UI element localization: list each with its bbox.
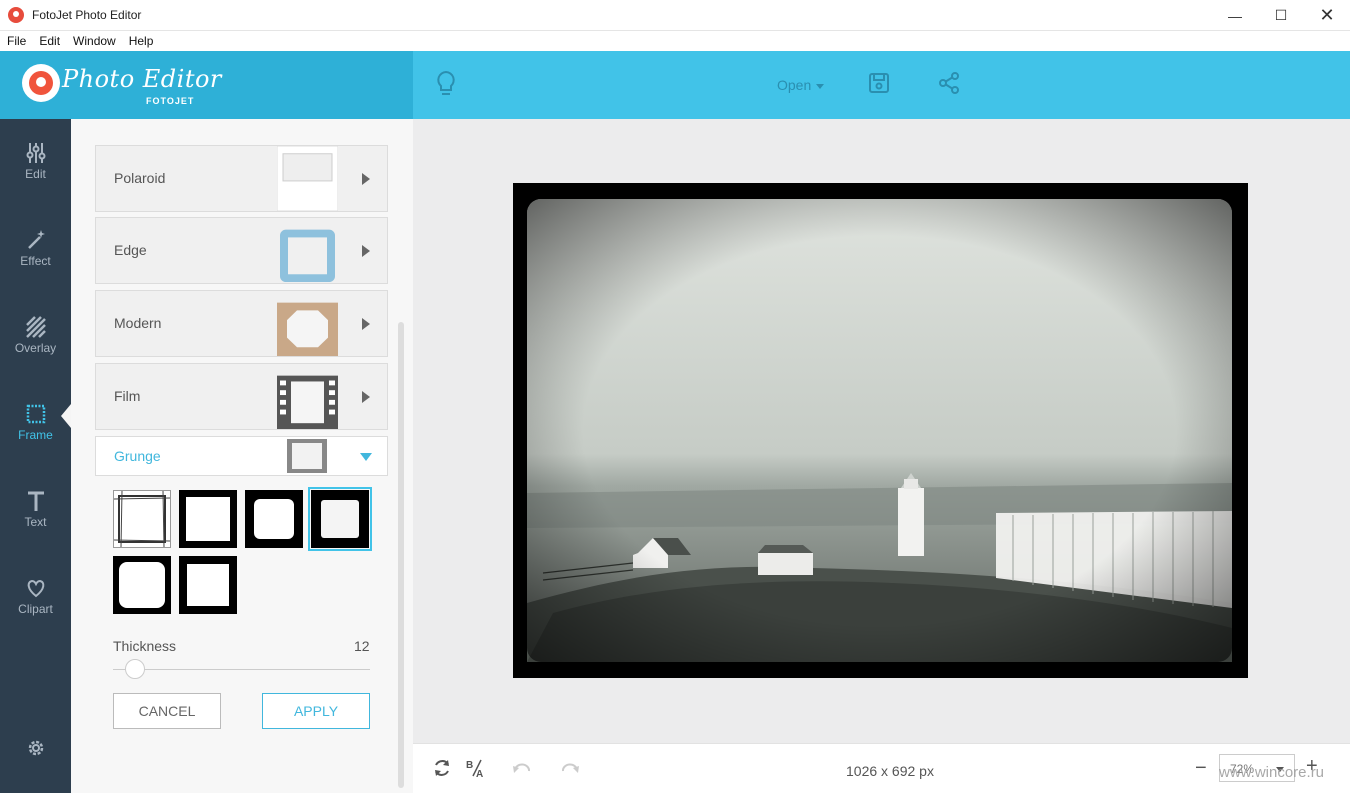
chevron-right-icon	[362, 391, 370, 403]
canvas-area	[413, 119, 1350, 743]
svg-text:B: B	[466, 760, 473, 771]
nav-overlay[interactable]: Overlay	[0, 315, 71, 375]
zoom-out-button[interactable]: −	[1195, 757, 1207, 780]
panel-scrollbar[interactable]	[398, 322, 404, 788]
nav-edit-label: Edit	[25, 167, 46, 181]
minimize-button[interactable]: —	[1212, 0, 1258, 31]
nav-clipart-label: Clipart	[18, 602, 53, 616]
frame-grunge[interactable]: Grunge	[95, 436, 388, 476]
film-thumbnail	[277, 375, 338, 429]
app-icon	[8, 7, 24, 23]
menu-window[interactable]: Window	[66, 34, 122, 48]
frame-film-label: Film	[114, 388, 141, 404]
app-header: Photo Editor FOTOJET Open	[0, 51, 1350, 119]
active-nav-pointer	[61, 404, 71, 428]
frame-grunge-label: Grunge	[114, 448, 161, 464]
menu-help[interactable]: Help	[122, 34, 160, 48]
text-icon	[27, 491, 44, 511]
grunge-style-6[interactable]	[179, 556, 237, 614]
chevron-right-icon	[362, 318, 370, 330]
heart-icon	[27, 579, 44, 598]
magic-wand-icon	[27, 230, 45, 249]
stripes-icon	[25, 316, 46, 338]
nav-overlay-label: Overlay	[14, 341, 57, 355]
logo-subtitle: FOTOJET	[146, 96, 195, 106]
chevron-down-icon	[360, 453, 372, 461]
open-dropdown[interactable]: Open	[777, 77, 825, 93]
edge-thumbnail	[280, 229, 335, 283]
nav-effect[interactable]: Effect	[0, 228, 71, 288]
frame-icon	[26, 404, 45, 424]
compare-icon[interactable]: B A	[465, 757, 487, 779]
grunge-style-1-preview	[113, 490, 171, 548]
svg-text:A: A	[476, 769, 483, 779]
menu-edit[interactable]: Edit	[32, 34, 66, 48]
menu-bar: File Edit Window Help	[0, 31, 1350, 51]
frame-panel: Polaroid Edge Modern Film Grunge Thickne…	[71, 119, 413, 793]
thickness-slider-handle[interactable]	[124, 659, 145, 679]
lightbulb-icon[interactable]	[433, 69, 459, 99]
modern-thumbnail	[277, 302, 338, 356]
menu-file[interactable]: File	[0, 34, 32, 48]
save-icon[interactable]	[867, 71, 891, 95]
nav-edit[interactable]: Edit	[0, 141, 71, 201]
gear-icon[interactable]	[25, 737, 47, 759]
image-dimensions: 1026 x 692 px	[846, 763, 934, 779]
share-icon[interactable]	[937, 71, 961, 95]
sliders-icon	[26, 143, 45, 163]
maximize-button[interactable]: ☐	[1258, 0, 1304, 31]
bottom-toolbar: B A 1026 x 692 px − 72% + www.wincore.ru	[413, 743, 1350, 793]
frame-film[interactable]: Film	[95, 363, 388, 430]
cancel-button[interactable]: CANCEL	[113, 693, 221, 729]
grunge-style-1[interactable]	[113, 490, 171, 548]
nav-text[interactable]: Text	[0, 489, 71, 549]
grunge-style-4[interactable]	[308, 487, 372, 551]
frame-edge-label: Edge	[114, 242, 147, 258]
redo-icon[interactable]	[559, 757, 581, 779]
window-title: FotoJet Photo Editor	[32, 8, 142, 22]
grunge-style-5[interactable]	[113, 556, 171, 614]
logo-icon	[22, 64, 60, 102]
grunge-thumbnail	[287, 439, 327, 473]
rotate-icon[interactable]	[431, 757, 453, 779]
thickness-label: Thickness	[113, 638, 177, 654]
nav-clipart[interactable]: Clipart	[0, 576, 71, 636]
frame-polaroid[interactable]: Polaroid	[95, 145, 388, 212]
frame-modern-label: Modern	[114, 315, 162, 331]
chevron-right-icon	[362, 173, 370, 185]
grunge-style-3[interactable]	[245, 490, 303, 548]
lighthouse-photo	[513, 183, 1248, 678]
photo-canvas[interactable]	[513, 183, 1248, 678]
close-button[interactable]: ✕	[1304, 0, 1350, 31]
open-label: Open	[777, 77, 812, 93]
grunge-style-2[interactable]	[179, 490, 237, 548]
frame-edge[interactable]: Edge	[95, 217, 388, 284]
logo-area: Photo Editor FOTOJET	[0, 51, 413, 119]
chevron-down-icon	[816, 83, 825, 89]
left-nav: Edit Effect Overlay Frame Text Clipart	[0, 119, 71, 793]
frame-polaroid-label: Polaroid	[114, 170, 166, 186]
nav-effect-label: Effect	[20, 254, 51, 268]
thickness-slider-track[interactable]	[113, 669, 370, 670]
chevron-right-icon	[362, 245, 370, 257]
thickness-value: 12	[354, 638, 370, 654]
polaroid-thumbnail	[277, 146, 338, 211]
undo-icon[interactable]	[511, 757, 533, 779]
logo-text: Photo Editor	[62, 65, 222, 93]
title-bar: FotoJet Photo Editor — ☐ ✕	[0, 0, 1350, 31]
apply-button[interactable]: APPLY	[262, 693, 370, 729]
nav-text-label: Text	[24, 515, 47, 529]
watermark-text: www.wincore.ru	[1219, 764, 1325, 781]
frame-modern[interactable]: Modern	[95, 290, 388, 357]
nav-frame-label: Frame	[18, 428, 53, 442]
